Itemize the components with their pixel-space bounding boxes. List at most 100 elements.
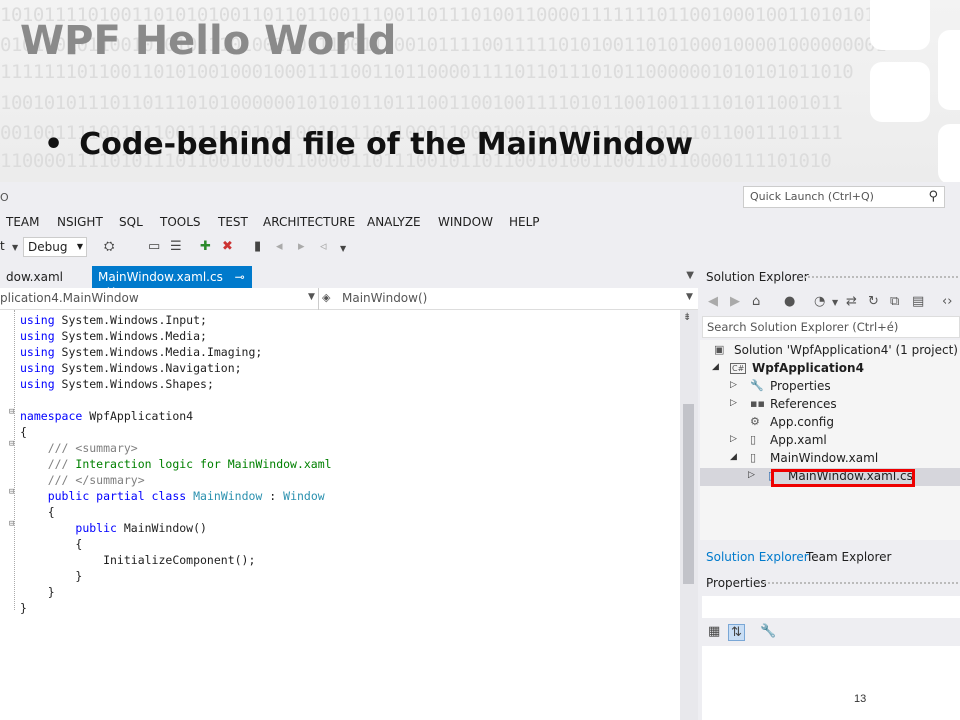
code-line[interactable]: { — [20, 536, 332, 552]
expanded-icon[interactable]: ◢ — [712, 362, 719, 372]
forward-icon[interactable]: ▶ — [730, 294, 740, 309]
tree-item-mainwindow-xaml[interactable]: ◢ ▯ MainWindow.xaml — [700, 450, 960, 468]
code-editor[interactable]: ⊟ ⊟ ⊟ ⊟ using System.Windows.Input; using… — [0, 310, 680, 720]
tree-item-app-xaml[interactable]: ▷ ▯ App.xaml — [700, 432, 960, 450]
code-line[interactable]: } — [20, 568, 332, 584]
menu-analyze[interactable]: ANALYZE — [367, 215, 421, 229]
code-view-icon[interactable]: ‹› — [942, 294, 952, 309]
collapse-icon[interactable]: ⊟ — [9, 519, 14, 529]
collapsed-icon[interactable]: ▷ — [730, 380, 737, 390]
tree-item-properties[interactable]: ▷ 🔧 Properties — [700, 378, 960, 396]
bookmark-icon[interactable]: ▮ — [254, 239, 261, 254]
panel-grip[interactable] — [764, 582, 958, 586]
chevron-down-icon[interactable]: ▼ — [686, 292, 693, 302]
menu-help[interactable]: HELP — [509, 215, 540, 229]
code-line[interactable]: using System.Windows.Input; — [20, 312, 332, 328]
code-line[interactable]: using System.Windows.Media; — [20, 328, 332, 344]
tree-item-app-config[interactable]: ⚙ App.config — [700, 414, 960, 432]
chevron-down-icon[interactable]: ▼ — [832, 298, 838, 307]
chevron-down-icon[interactable]: ▼ — [686, 270, 694, 281]
class-dropdown[interactable]: plication4.MainWindow — [0, 291, 139, 305]
menu-nsight[interactable]: NSIGHT — [57, 215, 103, 229]
folder-icon[interactable]: ▭ — [148, 239, 160, 254]
split-icon[interactable]: ⇟ — [683, 312, 691, 323]
code-line[interactable]: { — [20, 424, 332, 440]
tab-team-explorer[interactable]: Team Explorer — [806, 550, 892, 564]
alphabetical-icon[interactable]: ⇅ — [728, 624, 745, 641]
code-line[interactable]: using System.Windows.Media.Imaging; — [20, 344, 332, 360]
code-line[interactable]: { — [20, 504, 332, 520]
collapsed-icon[interactable]: ▷ — [730, 398, 737, 408]
properties-object-selector[interactable] — [702, 596, 960, 618]
vertical-scrollbar[interactable]: ⇟ — [680, 310, 698, 720]
add-breakpoint-icon[interactable]: ✚ — [200, 239, 211, 254]
show-all-files-icon[interactable]: ▤ — [912, 294, 924, 309]
tree-item-solution[interactable]: ▣ Solution 'WpfApplication4' (1 project) — [700, 342, 960, 360]
collapsed-icon[interactable]: ▷ — [748, 470, 755, 480]
panel-grip[interactable] — [804, 276, 958, 280]
member-dropdown[interactable]: MainWindow() — [342, 291, 427, 305]
solution-search-input[interactable]: Search Solution Explorer (Ctrl+é) — [702, 316, 960, 338]
next-bookmark-icon[interactable]: ▸ — [298, 239, 305, 254]
tab-mainwindow-xaml-cs[interactable]: MainWindow.xaml.cs ⊸ ✕ — [92, 266, 252, 298]
chevron-down-icon[interactable]: ▼ — [340, 244, 346, 253]
expanded-icon[interactable]: ◢ — [730, 452, 737, 462]
code-line[interactable]: /// <summary> — [20, 440, 332, 456]
globe-icon[interactable]: ● — [784, 294, 795, 309]
platform-combo[interactable]: t — [0, 239, 5, 253]
list-icon[interactable]: ☰ — [170, 239, 182, 254]
code-line[interactable] — [20, 392, 332, 408]
menu-team[interactable]: TEAM — [6, 215, 39, 229]
sync-icon[interactable]: ⇄ — [846, 294, 857, 309]
code-line[interactable]: /// Interaction logic for MainWindow.xam… — [20, 456, 332, 472]
code-line[interactable]: public MainWindow() — [20, 520, 332, 536]
collapsed-icon[interactable]: ▷ — [730, 434, 737, 444]
prev-bookmark-icon[interactable]: ◂ — [276, 239, 283, 254]
refresh-icon[interactable]: ↻ — [868, 294, 879, 309]
chevron-down-icon[interactable]: ▼ — [308, 292, 315, 302]
menu-window[interactable]: WINDOW — [438, 215, 493, 229]
chevron-down-icon[interactable]: ▼ — [12, 243, 18, 252]
property-pages-icon[interactable]: 🔧 — [760, 624, 776, 639]
tree-item-references[interactable]: ▷ ▪▪ References — [700, 396, 960, 414]
collapse-all-icon[interactable]: ⧉ — [890, 294, 899, 309]
quick-launch-input[interactable]: Quick Launch (Ctrl+Q) ⚲ — [743, 186, 945, 208]
pending-changes-icon[interactable]: ◔ — [814, 294, 825, 309]
clear-bookmark-icon[interactable]: ◃ — [320, 239, 327, 254]
configuration-combo[interactable]: Debug ▼ — [23, 237, 87, 257]
code-line[interactable]: /// </summary> — [20, 472, 332, 488]
navigation-bar: plication4.MainWindow ▼ ◈ MainWindow() ▼ — [0, 288, 698, 310]
collapse-icon[interactable]: ⊟ — [9, 439, 14, 449]
back-icon[interactable]: ◀ — [708, 294, 718, 309]
tab-solution-explorer[interactable]: Solution Explorer — [706, 550, 809, 564]
code-line[interactable]: using System.Windows.Navigation; — [20, 360, 332, 376]
code-line[interactable]: } — [20, 600, 332, 616]
collapse-icon[interactable]: ⊟ — [9, 487, 14, 497]
attach-icon[interactable]: ⛭ — [104, 239, 114, 254]
categorized-icon[interactable]: ▦ — [708, 624, 720, 639]
tree-item-label: MainWindow.xaml — [770, 451, 879, 465]
collapse-icon[interactable]: ⊟ — [9, 407, 14, 417]
menu-sql[interactable]: SQL — [119, 215, 143, 229]
configuration-value: Debug — [28, 240, 68, 254]
tab-label: MainWindow.xaml.cs — [98, 270, 223, 284]
scrollbar-thumb[interactable] — [683, 404, 694, 584]
menu-architecture[interactable]: ARCHITECTURE — [263, 215, 355, 229]
home-icon[interactable]: ⌂ — [752, 294, 760, 309]
code-line[interactable]: InitializeComponent(); — [20, 552, 332, 568]
menu-tools[interactable]: TOOLS — [160, 215, 201, 229]
pin-icon[interactable]: ⊸ — [235, 270, 245, 284]
code-line[interactable]: } — [20, 584, 332, 600]
remove-icon[interactable]: ✖ — [222, 239, 233, 254]
code-line[interactable]: namespace WpfApplication4 — [20, 408, 332, 424]
tab-mainwindow-xaml[interactable]: dow.xaml — [0, 266, 69, 288]
code-line[interactable]: public partial class MainWindow : Window — [20, 488, 332, 504]
menu-test[interactable]: TEST — [218, 215, 248, 229]
code-token: } — [20, 569, 83, 583]
tree-item-project[interactable]: ◢ C# WpfApplication4 — [700, 360, 960, 378]
code-text[interactable]: using System.Windows.Input; using System.… — [20, 312, 332, 616]
tree-item-mainwindow-xaml-cs[interactable]: ▷ ▯ MainWindow.xaml.cs — [700, 468, 960, 487]
search-icon[interactable]: ⚲ — [928, 189, 938, 204]
code-line[interactable]: using System.Windows.Shapes; — [20, 376, 332, 392]
